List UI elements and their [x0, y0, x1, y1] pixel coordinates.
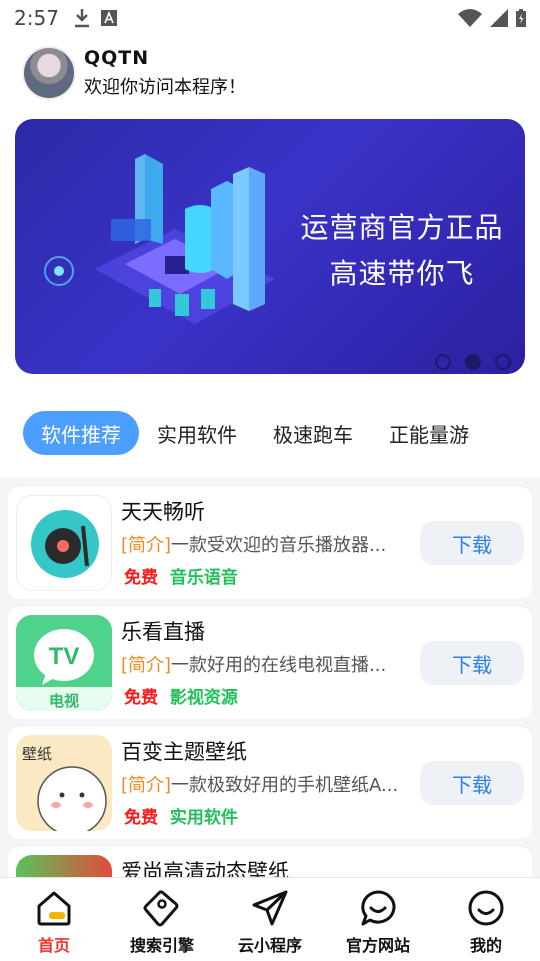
nav-label: 官方网站: [345, 936, 410, 955]
category-label: 音乐语音: [169, 568, 238, 588]
nav-label: 搜索引擎: [129, 936, 194, 955]
app-name: 百变主题壁纸: [121, 740, 247, 764]
smile-icon: [468, 890, 504, 926]
tag-icon: [143, 890, 179, 927]
wallpaper-caption-text: 壁纸: [22, 745, 52, 763]
category-tabs: 软件推荐 实用软件 极速跑车 正能量游: [0, 408, 540, 458]
battery-icon: [516, 9, 526, 27]
status-time: 2:57: [14, 6, 59, 30]
tab-racing[interactable]: 极速跑车: [255, 411, 371, 455]
tab-software-recommend[interactable]: 软件推荐: [23, 411, 139, 455]
price-label: 免费: [124, 688, 158, 708]
desc-text: 一款受欢迎的音乐播放器...: [171, 535, 387, 556]
list-item[interactable]: 壁纸 百变主题壁纸 [简介]一款极致好用的手机壁纸A... 免费 实用软件 下载: [8, 727, 532, 839]
banner-text: 运营商官方正品 高速带你飞: [299, 205, 505, 297]
user-name: QQTN: [84, 47, 150, 69]
app-meta: 免费 音乐语音: [124, 563, 238, 588]
banner-dot-1[interactable]: [435, 354, 451, 370]
download-icon: [74, 9, 89, 28]
desc-tag: [简介]: [121, 655, 172, 676]
list-item[interactable]: TV 电视 乐看直播 [简介]一款好用的在线电视直播... 免费 影视资源 下载: [8, 607, 532, 719]
price-label: 免费: [124, 808, 158, 828]
nav-home[interactable]: 首页: [0, 878, 108, 961]
nav-label: 云小程序: [237, 936, 302, 955]
banner-line-2: 高速带你飞: [329, 257, 475, 290]
user-header: QQTN 欢迎你访问本程序！: [22, 46, 246, 100]
nav-search-engine[interactable]: 搜索引擎: [108, 878, 216, 961]
nav-me[interactable]: 我的: [432, 878, 540, 961]
banner-dot-2[interactable]: [465, 354, 481, 370]
category-label: 实用软件: [169, 808, 238, 828]
music-player-icon: [16, 495, 112, 591]
signal-icon: [490, 9, 508, 27]
download-button[interactable]: 下载: [420, 761, 524, 805]
app-list: 天天畅听 [简介]一款受欢迎的音乐播放器... 免费 音乐语音 下载 TV 电视…: [0, 478, 540, 878]
desc-text: 一款极致好用的手机壁纸A...: [171, 775, 399, 796]
desc-tag: [简介]: [121, 535, 172, 556]
status-bar: 2:57: [0, 0, 540, 36]
nav-official-website[interactable]: 官方网站: [324, 878, 432, 961]
tv-badge-text: TV: [49, 643, 80, 670]
wallpaper-icon: 壁纸: [16, 735, 112, 831]
app-meta: 免费 实用软件: [124, 803, 238, 828]
send-icon: [252, 890, 288, 926]
banner-pagination: [435, 354, 511, 370]
tab-utility-software[interactable]: 实用软件: [139, 411, 255, 455]
app-name: 天天畅听: [121, 500, 205, 524]
wifi-icon: [458, 9, 482, 27]
welcome-text: 欢迎你访问本程序！: [84, 77, 246, 98]
banner-dot-3[interactable]: [495, 354, 511, 370]
list-item[interactable]: 爱尚高清动态壁纸: [8, 847, 532, 878]
desc-text: 一款好用的在线电视直播...: [171, 655, 387, 676]
price-label: 免费: [124, 568, 158, 588]
nav-cloud-mini-program[interactable]: 云小程序: [216, 878, 324, 961]
download-button[interactable]: 下载: [420, 641, 524, 685]
tab-positive-games[interactable]: 正能量游: [371, 411, 487, 455]
tv-live-icon: TV 电视: [16, 615, 112, 711]
app-description: [简介]一款受欢迎的音乐播放器...: [121, 531, 405, 557]
app-description: [简介]一款好用的在线电视直播...: [121, 651, 405, 677]
app-meta: 免费 影视资源: [124, 683, 238, 708]
banner-line-1: 运营商官方正品: [300, 211, 504, 244]
font-icon: [100, 10, 117, 26]
app-name: 爱尚高清动态壁纸: [121, 860, 289, 878]
nav-label: 首页: [37, 936, 70, 955]
live-wallpaper-icon: [16, 855, 112, 878]
app-description: [简介]一款极致好用的手机壁纸A...: [121, 771, 405, 797]
avatar[interactable]: [22, 46, 76, 100]
nav-label: 我的: [469, 936, 502, 955]
tv-caption-text: 电视: [49, 692, 79, 710]
app-name: 乐看直播: [121, 620, 205, 644]
download-button[interactable]: 下载: [420, 521, 524, 565]
desc-tag: [简介]: [121, 775, 172, 796]
city-illustration: [44, 154, 275, 324]
list-item[interactable]: 天天畅听 [简介]一款受欢迎的音乐播放器... 免费 音乐语音 下载: [8, 487, 532, 599]
home-icon: [37, 891, 71, 926]
promo-banner[interactable]: 运营商官方正品 高速带你飞: [15, 119, 525, 374]
chat-icon: [361, 890, 396, 926]
category-label: 影视资源: [169, 688, 238, 708]
bottom-nav: 首页 搜索引擎 云小程序 官方网站 我的: [0, 877, 540, 961]
